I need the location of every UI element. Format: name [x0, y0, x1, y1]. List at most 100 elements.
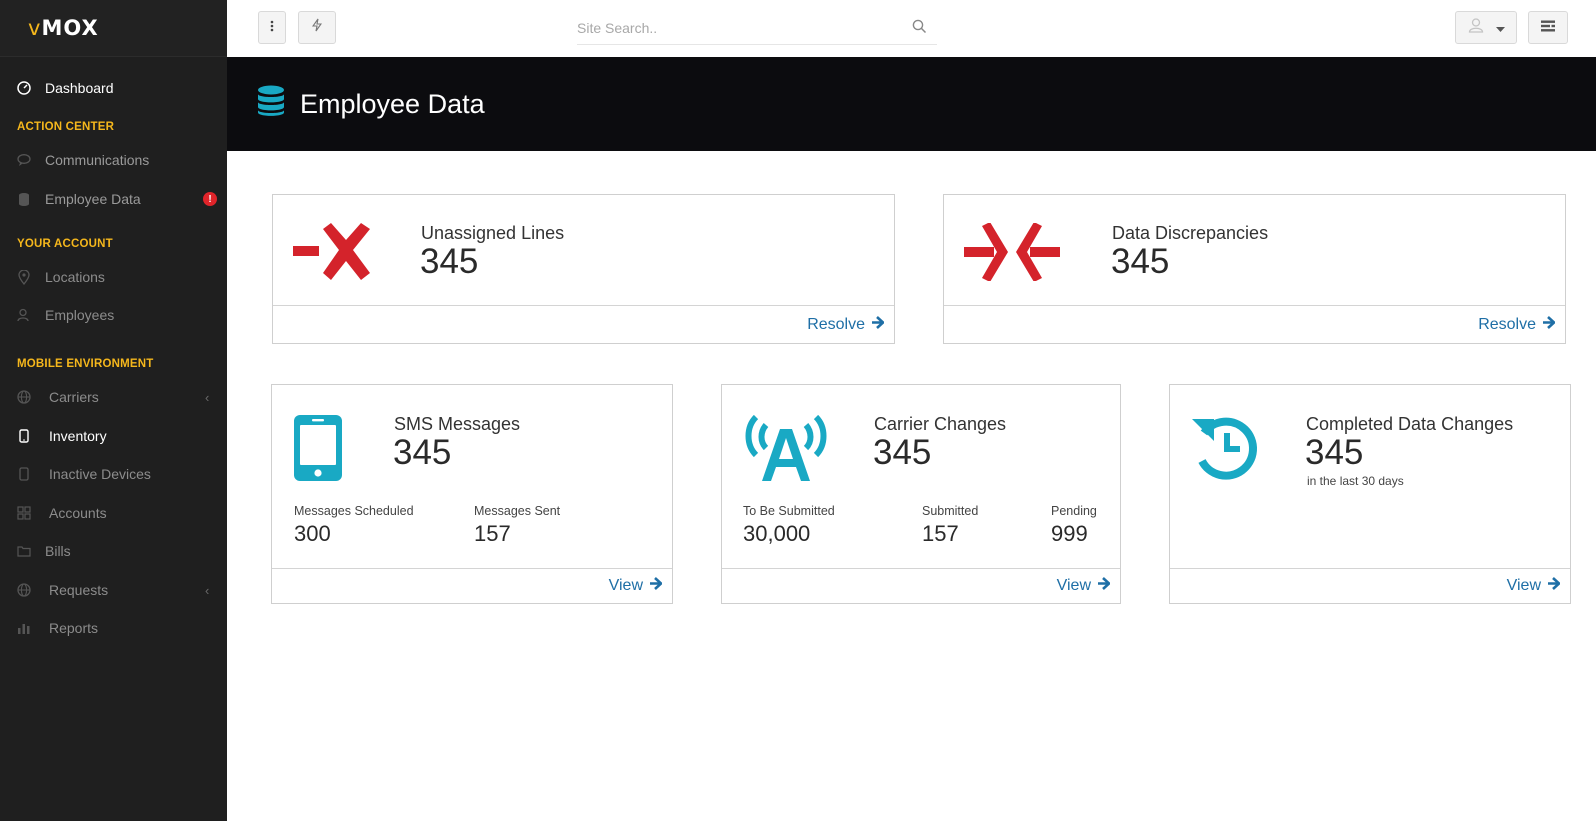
view-link[interactable]: View: [1507, 577, 1561, 595]
map-pin-icon: [16, 269, 32, 285]
card-title: Carrier Changes: [874, 414, 1007, 434]
sidebar-item-employee-data[interactable]: Employee Data !: [0, 182, 227, 216]
resolve-link[interactable]: Resolve: [807, 316, 885, 334]
sidebar-item-label: Carriers: [49, 389, 99, 405]
sidebar-item-accounts[interactable]: Accounts: [0, 496, 227, 530]
sidebar-item-requests[interactable]: Requests ‹: [0, 573, 227, 607]
sidebar-item-label: Inactive Devices: [49, 466, 151, 482]
card-footer: Resolve: [944, 305, 1565, 343]
arrow-right-icon: [871, 316, 885, 334]
app-logo[interactable]: vMOX: [28, 16, 99, 40]
card-subtitle: in the last 30 days: [1307, 474, 1404, 488]
card-value: 345: [393, 433, 452, 472]
mobile-phone-icon: [294, 415, 342, 486]
stat-value: 157: [474, 521, 511, 546]
sidebar-item-employees[interactable]: Employees: [0, 298, 227, 332]
section-your-account: YOUR ACCOUNT: [17, 238, 113, 250]
card-completed-data-changes: Completed Data Changes 345 in the last 3…: [1169, 384, 1571, 604]
card-sms-messages: SMS Messages 345 Messages Scheduled 300 …: [271, 384, 673, 604]
history-icon: [1190, 413, 1260, 488]
user-menu-button[interactable]: [1455, 11, 1517, 44]
card-footer: Resolve: [273, 305, 894, 343]
arrow-right-icon: [1097, 577, 1111, 595]
sidebar-item-label: Bills: [45, 543, 71, 559]
mobile-phone-icon: [16, 428, 32, 444]
search-input[interactable]: [577, 13, 897, 43]
vertical-dots-icon: [270, 19, 274, 37]
stat-label: Messages Sent: [474, 504, 561, 518]
layout-toggle-button[interactable]: [1528, 11, 1568, 44]
card-unassigned-lines: Unassigned Lines 345 Resolve: [272, 194, 895, 344]
arrow-right-icon: [1542, 316, 1556, 334]
section-action-center: ACTION CENTER: [17, 121, 115, 133]
sidebar: vMOX Dashboard ACTION CENTER Communicati…: [0, 0, 227, 821]
sidebar-item-label: Employee Data: [45, 191, 141, 207]
globe-icon: [16, 389, 32, 405]
sidebar-item-label: Inventory: [49, 428, 107, 444]
card-title: Completed Data Changes: [1306, 414, 1514, 434]
signal-tower-icon: [742, 414, 830, 486]
card-data-discrepancies: Data Discrepancies 345 Resolve: [943, 194, 1566, 344]
view-link[interactable]: View: [1057, 577, 1111, 595]
quick-actions-button[interactable]: [298, 11, 336, 44]
converging-arrows-icon: [964, 222, 1060, 286]
card-value: 345: [1305, 433, 1364, 472]
sidebar-item-label: Reports: [49, 620, 99, 636]
card-title: Data Discrepancies: [1112, 223, 1269, 243]
sidebar-item-dashboard[interactable]: Dashboard: [0, 71, 227, 105]
site-search: [577, 13, 937, 45]
sidebar-item-carriers[interactable]: Carriers ‹: [0, 380, 227, 414]
stat-label: Submitted: [922, 504, 979, 518]
stat-value: 300: [294, 521, 331, 546]
bar-chart-icon: [16, 620, 32, 636]
folder-icon: [16, 543, 32, 559]
logo-bar: vMOX: [0, 0, 227, 57]
sidebar-item-locations[interactable]: Locations: [0, 260, 227, 294]
stat-value: 30,000: [743, 521, 811, 546]
card-footer: View: [272, 568, 672, 603]
stat-label: Pending: [1051, 504, 1097, 518]
section-mobile-environment: MOBILE ENVIRONMENT: [17, 358, 154, 370]
database-icon: [257, 85, 285, 122]
globe-icon: [16, 582, 32, 598]
page-title: Employee Data: [300, 88, 485, 119]
stat-value: 157: [922, 521, 959, 546]
list-layout-icon: [1541, 19, 1555, 37]
sidebar-item-label: Employees: [45, 307, 115, 323]
arrow-right-icon: [1547, 577, 1561, 595]
card-value: 345: [1111, 242, 1170, 281]
database-icon: [16, 191, 32, 207]
stat-label: To Be Submitted: [743, 504, 835, 518]
view-link[interactable]: View: [609, 577, 663, 595]
card-title: SMS Messages: [394, 414, 521, 434]
dashboard-gauge-icon: [16, 80, 32, 96]
chat-bubble-icon: [16, 152, 32, 168]
user-icon: [16, 307, 32, 323]
card-value: 345: [420, 242, 479, 281]
resolve-link[interactable]: Resolve: [1478, 316, 1556, 334]
sidebar-item-label: Locations: [45, 269, 105, 285]
topbar: [227, 0, 1596, 57]
lightning-bolt-icon: [311, 18, 323, 37]
card-footer: View: [722, 568, 1120, 603]
sidebar-item-label: Communications: [45, 152, 150, 168]
stat-label: Messages Scheduled: [294, 504, 414, 518]
sidebar-item-label: Dashboard: [45, 80, 114, 96]
page-header: Employee Data: [227, 57, 1596, 151]
sidebar-item-label: Accounts: [49, 505, 107, 521]
search-icon[interactable]: [912, 19, 927, 39]
caret-down-icon: [1495, 19, 1505, 37]
card-footer: View: [1170, 568, 1570, 603]
sidebar-item-inactive-devices[interactable]: Inactive Devices: [0, 457, 227, 491]
card-carrier-changes: Carrier Changes 345 To Be Submitted 30,0…: [721, 384, 1121, 604]
sidebar-item-reports[interactable]: Reports: [0, 611, 227, 645]
sidebar-item-bills[interactable]: Bills: [0, 534, 227, 568]
chevron-left-icon: ‹: [205, 582, 210, 598]
unassigned-x-icon: [293, 223, 373, 286]
sidebar-item-communications[interactable]: Communications: [0, 143, 227, 177]
sidebar-item-inventory[interactable]: Inventory: [0, 419, 227, 453]
stat-value: 999: [1051, 521, 1088, 546]
chevron-left-icon: ‹: [205, 389, 210, 405]
sidebar-item-label: Requests: [49, 582, 109, 598]
more-options-button[interactable]: [258, 11, 286, 44]
